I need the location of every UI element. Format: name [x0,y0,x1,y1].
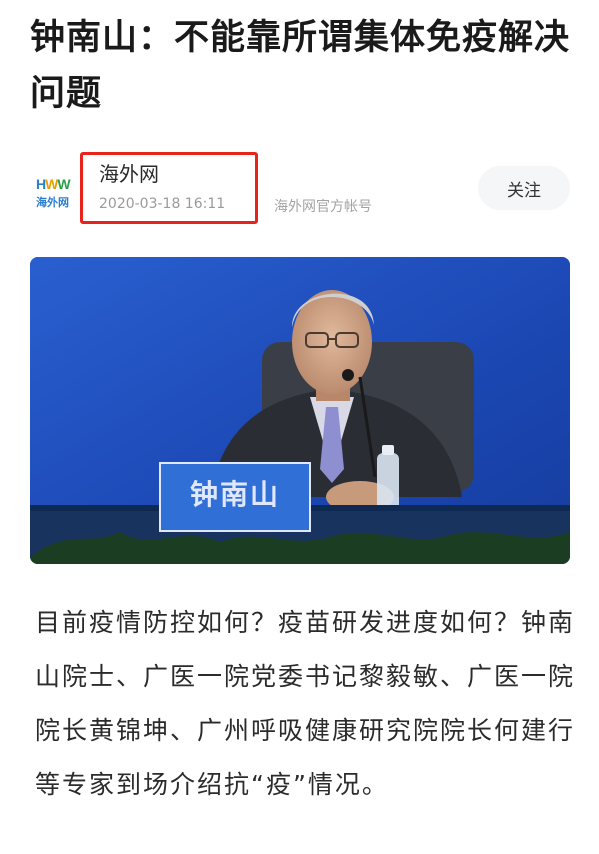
hw-logo-mark: HWW [36,176,71,192]
nameplate-label: 钟南山 [189,478,280,511]
red-highlight-box [80,152,258,224]
follow-button[interactable]: 关注 [478,166,570,210]
article-photo[interactable]: 钟南山 [30,257,570,564]
article-body-text: 目前疫情防控如何？疫苗研发进度如何？钟南山院士、广医一院党委书记黎毅敏、广医一院… [35,608,576,799]
press-conference-image [30,257,570,564]
official-account-label: 海外网官方帐号 [274,199,372,215]
logo-text: 海外网 [36,197,69,209]
source-logo[interactable]: HWW 海外网 [36,176,76,216]
article-title: 钟南山：不能靠所谓集体免疫解决问题 [30,18,571,114]
